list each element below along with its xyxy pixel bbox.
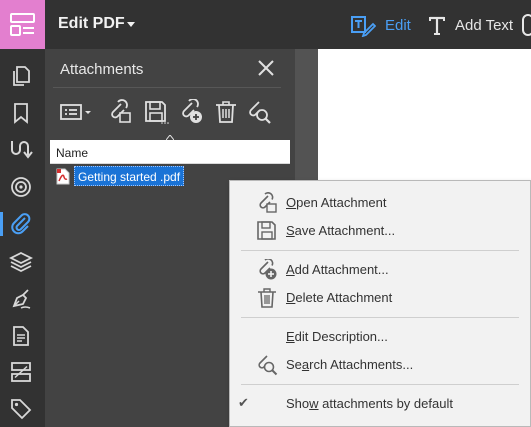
edit-text-image-icon (351, 16, 376, 37)
checkmark-icon: ✔ (238, 395, 249, 410)
panel-title: Attachments (60, 61, 144, 78)
save-attachment-icon[interactable] (143, 99, 169, 125)
menu-accelerator: w (309, 396, 319, 411)
text-t-icon (429, 16, 445, 35)
close-icon[interactable] (257, 59, 275, 77)
menu-label-post: dd Attachment... (294, 262, 389, 277)
menu-accelerator: S (286, 223, 295, 238)
save-attachment-icon (257, 221, 276, 240)
menu-item-edit-description[interactable]: Edit Description... (230, 323, 530, 349)
list-item-label: Getting started .pdf (74, 166, 185, 186)
options-menu-icon[interactable] (59, 99, 93, 125)
signature-path-icon[interactable] (9, 137, 33, 161)
edit-button[interactable]: Edit (350, 11, 411, 39)
menu-label-post: pen Attachment (296, 195, 387, 210)
document-icon[interactable] (9, 324, 33, 348)
menu-label-post: rch Attachments... (309, 357, 414, 372)
context-menu: Open Attachment Save Attachment... Add A… (229, 180, 531, 427)
menu-label-post: attachments by default (318, 396, 453, 411)
menu-accelerator: O (286, 195, 297, 210)
open-attachment-icon (259, 192, 277, 213)
open-attachment-icon[interactable] (107, 99, 133, 125)
column-header-name[interactable]: Name (50, 135, 290, 164)
compare-icon[interactable] (9, 360, 33, 384)
add-attachment-icon (259, 259, 277, 280)
pdf-file-icon (56, 168, 70, 185)
bookmark-icon[interactable] (9, 101, 33, 125)
menu-item-open-attachment[interactable]: Open Attachment (230, 189, 530, 215)
link-tool-icon[interactable] (522, 14, 531, 36)
add-attachment-icon[interactable] (178, 99, 204, 125)
menu-separator (241, 317, 519, 318)
menu-item-save-attachment[interactable]: Save Attachment... (230, 217, 530, 243)
tools-menu-button[interactable] (0, 0, 45, 49)
add-text-button[interactable]: Add Text (428, 11, 513, 39)
menu-item-delete-attachment[interactable]: Delete Attachment (230, 284, 530, 310)
menu-separator (241, 250, 519, 251)
edit-button-label: Edit (385, 16, 411, 34)
target-icon[interactable] (9, 175, 33, 199)
panel-divider (53, 87, 281, 88)
sort-caret-icon (166, 135, 174, 140)
attachment-icon[interactable] (9, 212, 33, 236)
left-rail (0, 49, 45, 427)
menu-accelerator: A (286, 262, 295, 277)
menu-item-add-attachment[interactable]: Add Attachment... (230, 256, 530, 282)
menu-label-post: ave Attachment... (294, 223, 396, 238)
menu-accelerator: D (286, 290, 296, 305)
menu-label-pre: Sho (286, 396, 310, 411)
delete-attachment-icon (258, 288, 276, 308)
menu-separator (241, 384, 519, 385)
top-toolbar: Edit PDF Edit Add Text (0, 0, 531, 49)
active-indicator (0, 212, 3, 236)
search-attachments-icon[interactable] (246, 99, 272, 125)
tool-title[interactable]: Edit PDF (58, 15, 125, 33)
menu-accelerator: E (286, 329, 295, 344)
tag-icon[interactable] (9, 397, 33, 421)
add-text-label: Add Text (455, 16, 514, 34)
chevron-down-icon[interactable] (127, 22, 135, 27)
search-attachments-icon (258, 355, 278, 376)
layers-icon[interactable] (9, 250, 33, 274)
fill-sign-icon[interactable] (9, 287, 33, 311)
menu-item-show-attachments-by-default[interactable]: ✔ Show attachments by default (230, 390, 530, 416)
menu-label-post: elete Attachment (295, 290, 393, 305)
menu-item-search-attachments[interactable]: Search Attachments... (230, 351, 530, 377)
menu-label-post: dit Description... (294, 329, 388, 344)
delete-attachment-icon[interactable] (213, 99, 239, 125)
menu-label-pre: Se (286, 357, 302, 372)
tools-grid-icon (10, 13, 35, 36)
pages-icon[interactable] (9, 64, 33, 88)
column-header-label: Name (56, 146, 89, 160)
